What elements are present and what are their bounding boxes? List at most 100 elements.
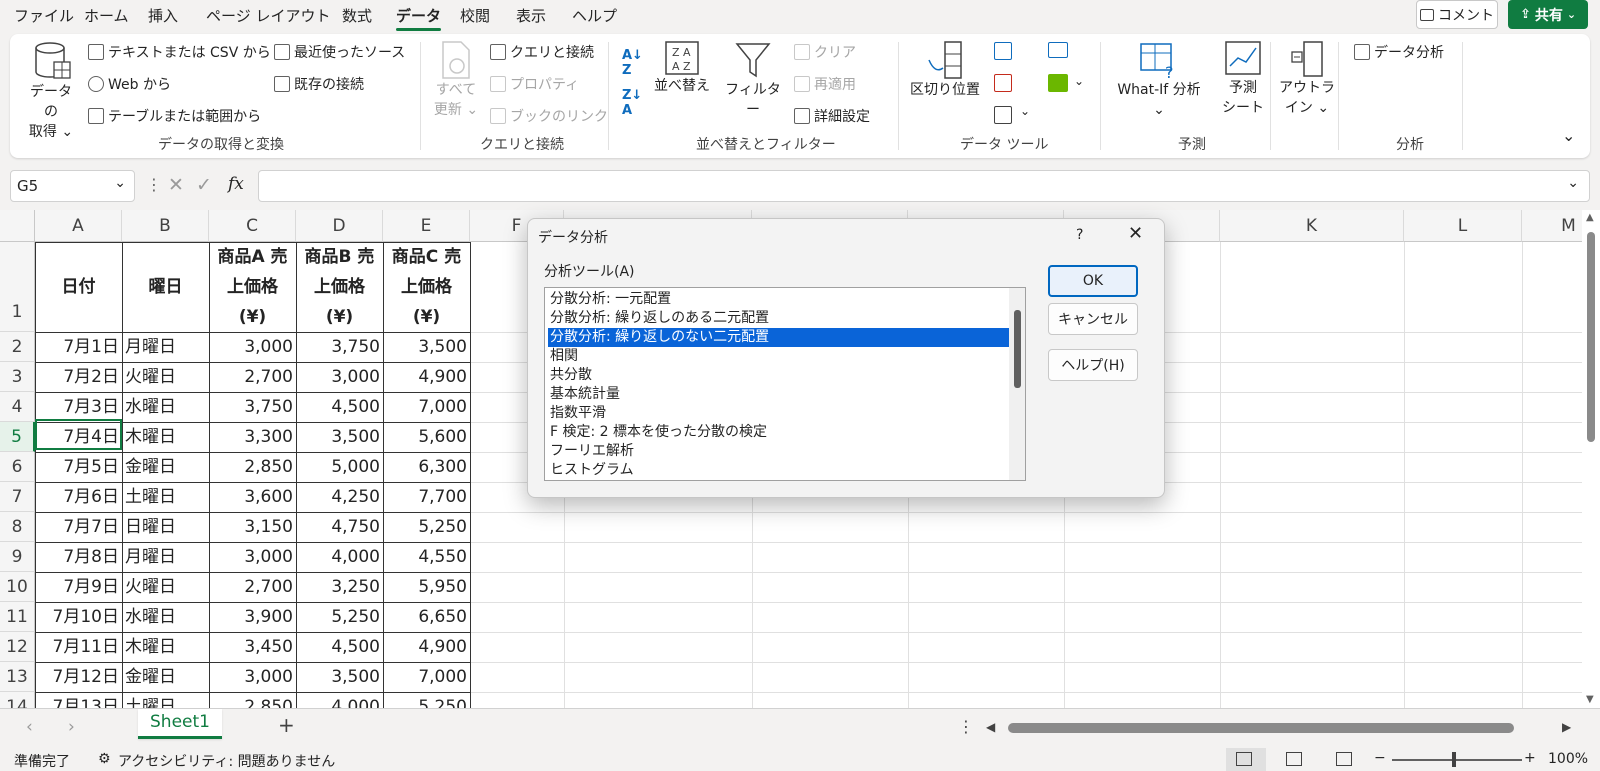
row-header[interactable]: 1 xyxy=(0,242,35,332)
table-cell[interactable]: 3,900 xyxy=(209,602,296,632)
analysis-tool-item[interactable]: 相関 xyxy=(548,347,1009,366)
table-cell[interactable]: 3,250 xyxy=(296,572,383,602)
table-cell[interactable]: 2,850 xyxy=(209,692,296,708)
dialog-titlebar[interactable]: データ分析 ? ✕ xyxy=(528,219,1164,253)
analysis-tool-item[interactable]: フーリエ解析 xyxy=(548,442,1009,461)
row-header[interactable]: 2 xyxy=(0,332,35,362)
table-range-button[interactable]: テーブルまたは範囲から xyxy=(88,106,261,126)
analysis-tool-item[interactable]: 分散分析: 繰り返しのある二元配置 xyxy=(548,309,1009,328)
zoom-slider[interactable] xyxy=(1392,759,1522,761)
table-cell[interactable]: 5,000 xyxy=(296,452,383,482)
page-break-view-icon[interactable] xyxy=(1336,752,1352,766)
analysis-tool-item[interactable]: 共分散 xyxy=(548,366,1009,385)
row-header[interactable]: 11 xyxy=(0,602,35,632)
table-cell[interactable]: 7月3日 xyxy=(35,392,122,422)
add-sheet-button[interactable]: + xyxy=(278,713,295,737)
remove-duplicates-icon[interactable] xyxy=(994,74,1012,92)
get-data-button[interactable]: データの 取得 ⌄ xyxy=(24,40,76,142)
header-date[interactable]: 日付 xyxy=(35,242,122,332)
zoom-level[interactable]: 100% xyxy=(1548,751,1588,767)
text-csv-button[interactable]: テキストまたは CSV から xyxy=(88,42,271,62)
analysis-tool-item[interactable]: 基本統計量 xyxy=(548,385,1009,404)
table-cell[interactable]: 3,000 xyxy=(209,332,296,362)
table-cell[interactable]: 7月5日 xyxy=(35,452,122,482)
menu-file[interactable]: ファイル xyxy=(14,5,74,26)
table-cell[interactable]: 月曜日 xyxy=(122,542,209,572)
column-header[interactable]: K xyxy=(1220,210,1404,242)
row-header[interactable]: 10 xyxy=(0,572,35,602)
table-cell[interactable]: 3,000 xyxy=(209,542,296,572)
table-cell[interactable]: 7月1日 xyxy=(35,332,122,362)
table-cell[interactable]: 6,300 xyxy=(383,452,470,482)
sheet-tab-sheet1[interactable]: Sheet1 xyxy=(138,709,222,739)
accessibility-status[interactable]: アクセシビリティ: 問題ありません xyxy=(118,751,335,771)
table-cell[interactable]: 火曜日 xyxy=(122,362,209,392)
sort-descending-icon[interactable]: Z↓ A xyxy=(622,88,642,118)
table-cell[interactable]: 5,250 xyxy=(383,512,470,542)
queries-connections-button[interactable]: クエリと接続 xyxy=(490,42,594,62)
chevron-down-icon[interactable]: ⌄ xyxy=(1074,74,1084,88)
column-header[interactable]: L xyxy=(1404,210,1522,242)
zoom-in-button[interactable]: + xyxy=(1524,750,1536,766)
table-cell[interactable]: 7月6日 xyxy=(35,482,122,512)
row-header[interactable]: 6 xyxy=(0,452,35,482)
vertical-scroll-thumb[interactable] xyxy=(1587,232,1595,442)
what-if-analysis-button[interactable]: ? What-If 分析 ⌄ xyxy=(1110,40,1208,120)
table-cell[interactable]: 木曜日 xyxy=(122,422,209,452)
confirm-entry-icon[interactable]: ✓ xyxy=(196,174,212,196)
table-cell[interactable]: 4,900 xyxy=(383,632,470,662)
more-options-icon[interactable]: ⋮ xyxy=(958,717,974,736)
sort-ascending-icon[interactable]: A↓ Z xyxy=(622,48,643,78)
table-cell[interactable]: 4,000 xyxy=(296,542,383,572)
menu-data[interactable]: データ xyxy=(396,5,442,31)
outline-button[interactable]: アウトラ イン ⌄ xyxy=(1278,40,1336,118)
table-cell[interactable]: 土曜日 xyxy=(122,692,209,708)
data-validation-icon[interactable] xyxy=(994,106,1012,124)
table-cell[interactable]: 5,950 xyxy=(383,572,470,602)
vertical-scrollbar[interactable]: ▲ ▼ xyxy=(1582,210,1600,708)
table-cell[interactable]: 4,500 xyxy=(296,392,383,422)
scroll-down-icon[interactable]: ▼ xyxy=(1586,694,1594,705)
table-cell[interactable]: 4,900 xyxy=(383,362,470,392)
table-cell[interactable]: 4,500 xyxy=(296,632,383,662)
table-cell[interactable]: 5,250 xyxy=(296,602,383,632)
menu-formulas[interactable]: 数式 xyxy=(342,5,372,26)
flash-fill-icon[interactable] xyxy=(994,42,1012,60)
sort-button[interactable]: Z A A Z 並べ替え xyxy=(652,40,712,96)
scroll-right-icon[interactable]: ▶ xyxy=(1562,720,1571,734)
insert-function-button[interactable]: fx xyxy=(228,174,244,194)
row-header[interactable]: 13 xyxy=(0,662,35,692)
web-button[interactable]: Web から xyxy=(88,74,171,94)
table-cell[interactable]: 3,500 xyxy=(296,422,383,452)
table-cell[interactable]: 月曜日 xyxy=(122,332,209,362)
select-all-corner[interactable] xyxy=(0,210,35,242)
analysis-tool-item[interactable]: 分散分析: 一元配置 xyxy=(548,290,1009,309)
column-header[interactable]: D xyxy=(296,210,383,242)
text-to-columns-button[interactable]: 区切り位置 xyxy=(906,40,984,100)
analysis-tool-item[interactable]: 指数平滑 xyxy=(548,404,1009,423)
table-cell[interactable]: 3,300 xyxy=(209,422,296,452)
menu-help[interactable]: ヘルプ xyxy=(572,5,617,26)
cancel-entry-icon[interactable]: ✕ xyxy=(168,174,184,196)
chevron-down-icon[interactable]: ⌄ xyxy=(1020,104,1030,118)
row-header[interactable]: 5 xyxy=(0,422,35,452)
recent-sources-button[interactable]: 最近使ったソース xyxy=(274,42,405,62)
zoom-out-button[interactable]: − xyxy=(1374,750,1386,766)
table-cell[interactable]: 水曜日 xyxy=(122,392,209,422)
table-cell[interactable]: 5,600 xyxy=(383,422,470,452)
menu-home[interactable]: ホーム xyxy=(84,5,129,26)
column-header[interactable]: E xyxy=(383,210,470,242)
table-cell[interactable]: 4,750 xyxy=(296,512,383,542)
cancel-button[interactable]: キャンセル xyxy=(1048,303,1138,335)
table-cell[interactable]: 4,550 xyxy=(383,542,470,572)
table-cell[interactable]: 3,750 xyxy=(296,332,383,362)
analysis-tool-item[interactable]: 分散分析: 繰り返しのない二元配置 xyxy=(548,328,1009,347)
name-box[interactable]: G5 ⌄ xyxy=(10,170,135,202)
share-button[interactable]: ⇪ 共有 ⌄ xyxy=(1508,0,1588,29)
table-cell[interactable]: 4,000 xyxy=(296,692,383,708)
analysis-tools-listbox[interactable]: 分散分析: 一元配置 分散分析: 繰り返しのある二元配置 分散分析: 繰り返しのない… xyxy=(544,287,1026,481)
table-cell[interactable]: 3,500 xyxy=(296,662,383,692)
table-cell[interactable]: 7月8日 xyxy=(35,542,122,572)
table-cell[interactable]: 金曜日 xyxy=(122,662,209,692)
table-cell[interactable]: 7月11日 xyxy=(35,632,122,662)
